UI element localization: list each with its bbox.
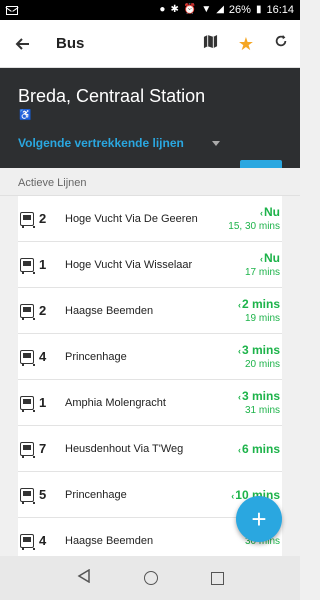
departure-times: ‹2 mins 19 mins: [238, 297, 282, 324]
bus-icon: [20, 303, 35, 320]
line-number: 5: [39, 487, 47, 502]
caret-down-icon: [211, 140, 220, 146]
signal-icon: ◢: [216, 4, 224, 15]
bus-icon: [20, 395, 35, 412]
arrow-back-icon[interactable]: [0, 36, 44, 52]
line-number: 4: [39, 533, 47, 548]
departure-times: ‹3 mins 31 mins: [238, 389, 282, 416]
battery-percent: 26%: [228, 4, 251, 16]
destination: Princenhage: [65, 488, 127, 501]
next-departure-text: 3 mins: [241, 389, 280, 403]
departure-row[interactable]: 4 Princenhage ‹3 mins 20 mins: [18, 334, 282, 380]
bus-icon: [20, 257, 35, 274]
nav-recents-icon[interactable]: [210, 571, 224, 585]
realtime-icon: ‹: [237, 392, 241, 402]
add-button[interactable]: +: [236, 496, 282, 542]
section-label: Actieve Lijnen: [18, 177, 87, 189]
battery-icon: ▮: [255, 4, 262, 15]
realtime-icon: ‹: [237, 444, 241, 455]
departures-dropdown[interactable]: Volgende vertrekkende lijnen: [18, 136, 220, 150]
page-title: Bus: [56, 35, 85, 52]
bus-icon: [20, 441, 35, 458]
next-departure: ‹2 mins: [238, 297, 280, 311]
refresh-icon[interactable]: [274, 34, 288, 53]
realtime-icon: ‹: [260, 208, 263, 218]
next-departure-text: Nu: [264, 251, 280, 265]
line-number: 2: [39, 303, 47, 318]
bus-icon: [20, 487, 35, 504]
destination: Haagse Beemden: [65, 304, 154, 317]
destination: Hoge Vucht Via De Geeren: [65, 212, 198, 225]
destination: Heusdenhout Via T'Weg: [65, 442, 184, 455]
departure-row[interactable]: 7 Heusdenhout Via T'Weg ‹6 mins: [18, 426, 282, 472]
next-departure-text: 2 mins: [241, 297, 280, 311]
line-number: 2: [39, 211, 47, 226]
star-icon[interactable]: ★: [238, 35, 254, 53]
bus-icon: [20, 533, 35, 550]
line-number: 1: [39, 395, 47, 410]
later-departures: 15, 30 mins: [228, 221, 280, 232]
destination: Hoge Vucht Via Wisselaar: [65, 258, 193, 271]
later-departures: 19 mins: [244, 313, 280, 324]
wifi-icon: ▼: [201, 4, 212, 15]
clock: 16:14: [266, 4, 294, 16]
departure-times: ‹3 mins 20 mins: [238, 343, 282, 370]
app-bar: Bus ★: [0, 20, 300, 68]
system-nav-bar: [0, 556, 300, 600]
nav-back-icon[interactable]: [77, 568, 91, 588]
destination: Haagse Beemden: [65, 534, 154, 547]
later-departures: 17 mins: [244, 267, 280, 278]
later-departures: 20 mins: [244, 359, 280, 370]
dropdown-label: Volgende vertrekkende lijnen: [18, 136, 184, 150]
departure-row[interactable]: 2 Haagse Beemden ‹2 mins 19 mins: [18, 288, 282, 334]
departure-row[interactable]: 1 Hoge Vucht Via Wisselaar ‹Nu 17 mins: [18, 242, 282, 288]
next-departure: ‹Nu: [245, 251, 280, 265]
location-icon: ●: [159, 4, 166, 15]
status-bar: ● ✱ ⏰ ▼ ◢ 26% ▮ 16:14: [0, 0, 300, 20]
section-header: Actieve Lijnen: [0, 168, 300, 196]
departure-times: ‹Nu 17 mins: [245, 251, 282, 278]
bus-icon: [20, 349, 35, 366]
line-number: 4: [39, 349, 47, 364]
realtime-icon: ‹: [260, 254, 263, 264]
realtime-icon: ‹: [237, 346, 241, 356]
next-departure: ‹6 mins: [238, 442, 280, 456]
bus-icon: [20, 211, 35, 228]
gmail-notification-icon: [6, 5, 18, 15]
map-icon[interactable]: [203, 34, 218, 54]
station-name: Breda, Centraal Station: [18, 86, 206, 106]
line-number: 7: [39, 441, 47, 456]
departure-row[interactable]: 2 Hoge Vucht Via De Geeren ‹Nu 15, 30 mins: [18, 196, 282, 242]
destination: Amphia Molengracht: [65, 396, 166, 409]
later-departures: 31 mins: [244, 405, 280, 416]
next-departure-text: Nu: [264, 205, 280, 219]
next-departure: ‹3 mins: [238, 343, 280, 357]
realtime-icon: ‹: [231, 490, 235, 501]
line-number: 1: [39, 257, 47, 272]
next-departure: ‹Nu: [228, 205, 280, 219]
station-header: Breda, Centraal Station ♿ Volgende vertr…: [0, 68, 300, 200]
departure-row[interactable]: 1 Amphia Molengracht ‹3 mins 31 mins: [18, 380, 282, 426]
bluetooth-icon: ✱: [170, 4, 179, 15]
destination: Princenhage: [65, 350, 127, 363]
plus-icon: +: [251, 503, 267, 534]
next-departure-text: 6 mins: [241, 441, 280, 456]
next-departure-text: 3 mins: [241, 343, 280, 357]
wheelchair-icon: ♿: [19, 110, 32, 121]
realtime-icon: ‹: [237, 300, 241, 310]
departure-times: ‹Nu 15, 30 mins: [228, 205, 282, 232]
nav-home-icon[interactable]: [143, 571, 158, 585]
alarm-icon: ⏰: [183, 4, 197, 15]
departure-times: ‹6 mins: [238, 442, 282, 456]
next-departure: ‹3 mins: [238, 389, 280, 403]
